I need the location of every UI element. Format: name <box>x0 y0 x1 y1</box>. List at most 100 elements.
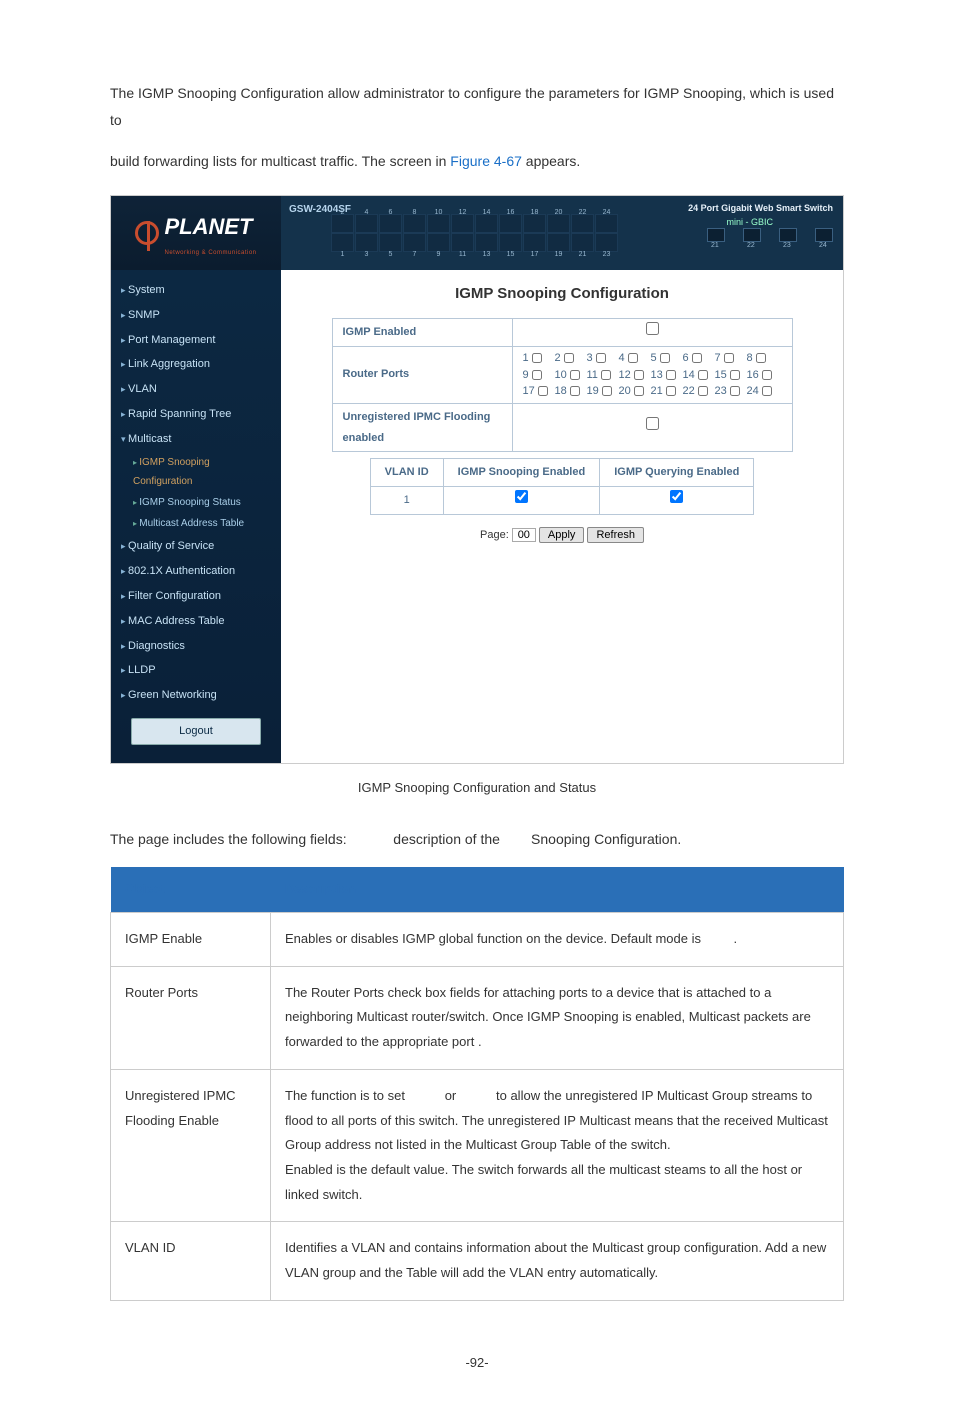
router-port-checkbox-8[interactable] <box>756 353 766 363</box>
vlan-snoop-checkbox[interactable] <box>515 490 528 503</box>
obj-unreg-ipmc: Unregistered IPMC Flooding Enable <box>111 1069 271 1221</box>
screenshot-body: SystemSNMPPort ManagementLink Aggregatio… <box>111 270 843 763</box>
router-port-checkbox-5[interactable] <box>660 353 670 363</box>
nav-item[interactable]: SNMP <box>111 303 281 328</box>
table-header-description: Description <box>271 867 844 912</box>
logout-button[interactable]: Logout <box>131 718 261 745</box>
apply-button[interactable]: Apply <box>539 527 585 543</box>
port-indicator-bar: GSW-2404SF 24681012141618202224 13579111… <box>281 196 843 270</box>
config-table: IGMP Enabled Router Ports 1 2 3 4 5 6 7 … <box>332 318 793 452</box>
port-num-top: 8 <box>403 206 426 219</box>
unregistered-ipmc-label: Unregistered IPMC Flooding enabled <box>332 403 512 452</box>
unregistered-ipmc-checkbox[interactable] <box>646 417 659 430</box>
obj-vlan-id: VLAN ID <box>111 1222 271 1300</box>
router-port-checkbox-16[interactable] <box>762 370 772 380</box>
port-block <box>499 214 522 252</box>
port-block <box>427 214 450 252</box>
nav-item[interactable]: Rapid Spanning Tree <box>111 402 281 427</box>
main-content: IGMP Snooping Configuration IGMP Enabled… <box>281 270 843 763</box>
port-num-bot: 5 <box>379 248 402 261</box>
table-row: Router Ports The Router Ports check box … <box>111 966 844 1069</box>
desc-igmp-enable: Enables or disables IGMP global function… <box>271 913 844 967</box>
nav-subitem[interactable]: IGMP Snooping Status <box>111 492 281 513</box>
router-port-checkbox-10[interactable] <box>570 370 580 380</box>
gbic-port <box>743 228 761 242</box>
nav-item[interactable]: Green Networking <box>111 683 281 708</box>
nav-item[interactable]: Multicast <box>111 427 281 452</box>
nav-item[interactable]: Quality of Service <box>111 534 281 559</box>
port-block <box>379 214 402 252</box>
port-block <box>547 214 570 252</box>
figure-ref-link[interactable]: Figure 4-67 <box>450 153 522 169</box>
router-port-checkbox-19[interactable] <box>602 386 612 396</box>
router-port-checkbox-2[interactable] <box>564 353 574 363</box>
router-port-checkbox-6[interactable] <box>692 353 702 363</box>
router-port-checkbox-18[interactable] <box>570 386 580 396</box>
port-num-bot: 9 <box>427 248 450 261</box>
vlan-query-checkbox[interactable] <box>670 490 683 503</box>
port-num-top: 18 <box>523 206 546 219</box>
port-num-bot: 11 <box>451 248 474 261</box>
table-row: IGMP Enable Enables or disables IGMP glo… <box>111 913 844 967</box>
port-num-top: 22 <box>571 206 594 219</box>
router-port-checkbox-12[interactable] <box>634 370 644 380</box>
router-port-checkbox-15[interactable] <box>730 370 740 380</box>
desc-vlan-id: Identifies a VLAN and contains informati… <box>271 1222 844 1300</box>
router-port-checkbox-13[interactable] <box>666 370 676 380</box>
port-num-bot: 3 <box>355 248 378 261</box>
page-label: Page: <box>480 529 509 541</box>
router-port-checkbox-24[interactable] <box>762 386 772 396</box>
igmp-enabled-checkbox[interactable] <box>646 322 659 335</box>
nav-item[interactable]: VLAN <box>111 377 281 402</box>
router-port-checkbox-20[interactable] <box>634 386 644 396</box>
port-num-top: 24 <box>595 206 618 219</box>
port-block <box>451 214 474 252</box>
router-port-checkbox-11[interactable] <box>601 370 611 380</box>
gbic-port <box>707 228 725 242</box>
nav-item[interactable]: MAC Address Table <box>111 609 281 634</box>
router-port-checkbox-4[interactable] <box>628 353 638 363</box>
page-input[interactable] <box>512 528 536 542</box>
router-port-checkbox-21[interactable] <box>666 386 676 396</box>
nav-subitem[interactable]: IGMP Snooping Configuration <box>111 452 281 492</box>
port-num-top: 20 <box>547 206 570 219</box>
igmp-enabled-label: IGMP Enabled <box>332 319 512 347</box>
router-port-checkbox-3[interactable] <box>596 353 606 363</box>
vlan-table: VLAN ID IGMP Snooping Enabled IGMP Query… <box>370 458 755 515</box>
refresh-button[interactable]: Refresh <box>587 527 644 543</box>
logo-subtitle: Networking & Communication <box>164 248 256 259</box>
router-port-checkbox-14[interactable] <box>698 370 708 380</box>
intro-line-2: build forwarding lists for multicast tra… <box>110 148 844 175</box>
logo-ring-icon <box>135 221 159 245</box>
router-port-checkbox-23[interactable] <box>730 386 740 396</box>
router-port-checkbox-22[interactable] <box>698 386 708 396</box>
router-port-checkbox-1[interactable] <box>532 353 542 363</box>
port-block <box>571 214 594 252</box>
router-port-checkbox-7[interactable] <box>724 353 734 363</box>
port-num-top: 10 <box>427 206 450 219</box>
intro-text-b: build forwarding lists for multicast tra… <box>110 153 450 169</box>
obj-router-ports: Router Ports <box>111 966 271 1069</box>
nav-item[interactable]: Diagnostics <box>111 634 281 659</box>
nav-item[interactable]: LLDP <box>111 658 281 683</box>
port-num-top: 2 <box>331 206 354 219</box>
table-row: VLAN ID Identifies a VLAN and contains i… <box>111 1222 844 1300</box>
button-row: Page: Apply Refresh <box>301 525 823 546</box>
page-number: -92- <box>110 1351 844 1376</box>
page-title: IGMP Snooping Configuration <box>301 280 823 309</box>
nav-item[interactable]: Port Management <box>111 328 281 353</box>
vlan-header-id: VLAN ID <box>370 459 443 487</box>
port-num-bot: 13 <box>475 248 498 261</box>
logo-text: PLANET <box>164 214 252 239</box>
nav-subitem[interactable]: Multicast Address Table <box>111 513 281 534</box>
port-num-bot: 7 <box>403 248 426 261</box>
port-num-bot: 21 <box>571 248 594 261</box>
nav-item[interactable]: System <box>111 278 281 303</box>
nav-item[interactable]: Link Aggregation <box>111 352 281 377</box>
router-port-checkbox-17[interactable] <box>538 386 548 396</box>
nav-item[interactable]: Filter Configuration <box>111 584 281 609</box>
sidebar-nav: SystemSNMPPort ManagementLink Aggregatio… <box>111 270 281 763</box>
port-num-bot: 23 <box>595 248 618 261</box>
nav-item[interactable]: 802.1X Authentication <box>111 559 281 584</box>
router-port-checkbox-9[interactable] <box>532 370 542 380</box>
